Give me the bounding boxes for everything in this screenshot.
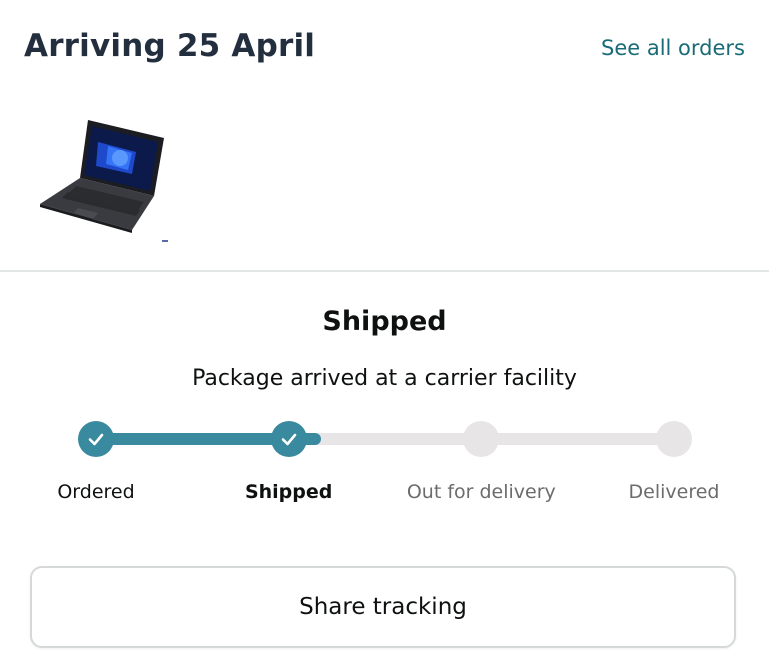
check-icon [281, 433, 296, 446]
step-marker-shipped [270, 421, 307, 457]
step-label-ordered: Ordered [57, 481, 135, 503]
step-label-out-for-delivery: Out for delivery [406, 481, 556, 503]
arrival-title: Arriving 25 April [24, 28, 316, 64]
share-tracking-button[interactable]: Share tracking [30, 566, 736, 648]
shipment-status-detail: Package arrived at a carrier facility [192, 366, 577, 391]
see-all-orders-link[interactable]: See all orders [601, 36, 745, 60]
step-marker-ordered [78, 421, 114, 457]
step-marker-delivered [656, 421, 692, 457]
laptop-image [40, 120, 168, 242]
order-header: Arriving 25 April See all orders [0, 0, 769, 270]
product-thumbnail[interactable] [36, 112, 172, 252]
shipment-progress-tracker: Ordered Shipped Out for delivery Delivered [0, 420, 769, 520]
step-label-delivered: Delivered [628, 481, 720, 503]
section-divider [0, 270, 769, 272]
step-label-shipped: Shipped [244, 481, 333, 503]
check-icon [88, 433, 104, 446]
shipment-status-title: Shipped [322, 306, 447, 337]
step-marker-out-for-delivery [463, 421, 500, 457]
